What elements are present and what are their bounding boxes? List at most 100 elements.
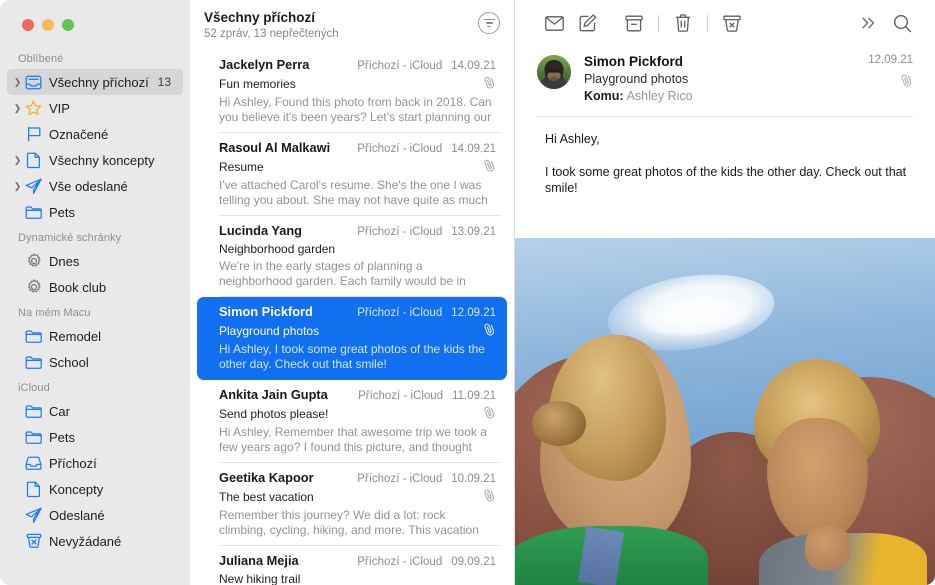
paper-plane-icon <box>24 507 43 524</box>
sidebar-item-pets[interactable]: ❯Pets <box>7 199 183 225</box>
table-row[interactable]: Lucinda Yang Příchozí - iCloud 13.09.21 Nei… <box>197 216 507 297</box>
table-row[interactable]: Jackelyn Perra Příchozí - iCloud 14.09.21 F… <box>197 50 507 133</box>
sidebar-item-label: Všechny příchozí <box>49 74 149 90</box>
table-row[interactable]: Geetika Kapoor Příchozí - iCloud 10.09.21 T… <box>197 463 507 546</box>
sidebar-item-label: Dnes <box>49 253 80 269</box>
message-subject: Send photos please! <box>219 407 329 421</box>
junk-button[interactable] <box>715 8 749 38</box>
chevron-right-icon[interactable]: ❯ <box>11 103 24 113</box>
minimize-button[interactable] <box>42 19 54 31</box>
message-subject: Playground photos <box>584 72 689 86</box>
toolbar-divider-2 <box>707 14 708 32</box>
message-subject: Neighborhood garden <box>219 242 336 256</box>
message-date: 09.09.21 <box>451 556 496 568</box>
sidebar-section-title: iCloud <box>18 382 50 394</box>
message-date: 14.09.21 <box>451 60 496 72</box>
sidebar: Oblíbené❯Všechny příchozí13❯VIP❯Označené… <box>0 0 190 585</box>
sidebar-item-label: Pets <box>49 204 76 220</box>
sidebar-item-p-choz[interactable]: ❯Příchozí <box>7 450 183 476</box>
folder-icon <box>24 204 43 220</box>
table-row[interactable]: Juliana Mejia Příchozí - iCloud 09.09.21 Ne… <box>197 546 507 585</box>
recipient-line: Komu: Ashley Rico <box>584 88 917 105</box>
paperclip-icon <box>481 156 498 177</box>
sidebar-item-dnes[interactable]: ❯Dnes <box>7 248 183 274</box>
message-sender: Jackelyn Perra <box>219 57 310 72</box>
message-list-pane: Všechny příchozí 52 zpráv, 13 nepřečtený… <box>190 0 515 585</box>
body-paragraph: Hi Ashley, <box>545 132 600 146</box>
sidebar-item-count: 13 <box>157 75 171 89</box>
sidebar-item-koncepty[interactable]: ❯Koncepty <box>7 476 183 502</box>
message-preview: Hi Ashley, Found this photo from back in… <box>219 95 492 124</box>
message-mailbox: Příchozí - iCloud <box>357 143 443 155</box>
message-mailbox: Příchozí - iCloud <box>357 307 443 319</box>
message-subject: The best vacation <box>219 490 314 504</box>
delete-button[interactable] <box>666 8 700 38</box>
message-list-title: Všechny příchozí <box>204 10 316 25</box>
chevron-right-icon[interactable]: ❯ <box>11 155 24 165</box>
message-date: 12.09.21 <box>451 307 496 319</box>
zoom-button[interactable] <box>62 19 74 31</box>
message-date: 10.09.21 <box>451 473 496 485</box>
message-rows[interactable]: Jackelyn Perra Příchozí - iCloud 14.09.21 F… <box>190 50 514 585</box>
sidebar-item-remodel[interactable]: ❯Remodel <box>7 323 183 349</box>
reader-toolbar <box>515 0 935 46</box>
sidebar-item-label: Vše odeslané <box>49 178 128 194</box>
message-mailbox: Příchozí - iCloud <box>357 556 443 568</box>
sidebar-item-odeslan[interactable]: ❯Odeslané <box>7 502 183 528</box>
message-preview: I've attached Carol's resume. She's the … <box>219 178 488 207</box>
message-date: 12.09.21 <box>868 54 913 66</box>
table-row[interactable]: Simon Pickford Příchozí - iCloud 12.09.21 P… <box>197 297 507 380</box>
message-preview: Hi Ashley, I took some great photos of t… <box>219 342 485 371</box>
chevron-right-icon[interactable]: ❯ <box>11 181 24 191</box>
sidebar-item-school[interactable]: ❯School <box>7 349 183 375</box>
sidebar-item-book-club[interactable]: ❯Book club <box>7 274 183 300</box>
message-row-top: Geetika Kapoor Příchozí - iCloud 10.09.21 <box>219 470 496 487</box>
star-icon <box>24 100 43 116</box>
toolbar-divider <box>658 14 659 32</box>
chevron-right-icon[interactable]: ❯ <box>11 77 24 87</box>
paperclip-icon <box>481 320 498 341</box>
message-sender: Rasoul Al Malkawi <box>219 140 331 155</box>
sidebar-item-v-echny-koncepty[interactable]: ❯ Všechny koncepty <box>7 147 183 173</box>
sidebar-item-label: School <box>49 354 89 370</box>
message-row-subject-line: Resume <box>219 158 496 176</box>
paperclip-icon <box>481 73 498 94</box>
attached-image[interactable] <box>515 238 935 585</box>
sidebar-item-ozna-en[interactable]: ❯Označené <box>7 121 183 147</box>
message-subject: Resume <box>219 160 264 174</box>
close-button[interactable] <box>22 19 34 31</box>
sidebar-item-label: Nevyžádané <box>49 533 122 549</box>
sidebar-item-label: Označené <box>49 126 109 142</box>
message-row-top: Ankita Jain Gupta Příchozí - iCloud 11.09.… <box>219 387 496 404</box>
sidebar-item-label: Odeslané <box>49 507 105 523</box>
table-row[interactable]: Rasoul Al Malkawi Příchozí - iCloud 14.09.… <box>197 133 507 216</box>
more-button[interactable] <box>851 8 885 38</box>
message-row-top: Simon Pickford Příchozí - iCloud 12.09.21 <box>219 304 496 321</box>
search-icon[interactable] <box>885 8 919 38</box>
sidebar-list[interactable]: Oblíbené❯Všechny příchozí13❯VIP❯Označené… <box>0 46 190 585</box>
compose-button[interactable] <box>571 8 605 38</box>
recipient-label: Komu: <box>584 89 624 103</box>
sidebar-item-car[interactable]: ❯Car <box>7 398 183 424</box>
sidebar-item-v-echny-p-choz[interactable]: ❯ Všechny příchozí 13 <box>7 69 183 95</box>
filter-icon[interactable] <box>478 12 500 34</box>
playground-photo <box>515 238 935 585</box>
sidebar-item-label: VIP <box>49 100 70 116</box>
sidebar-item-v-e-odeslan[interactable]: ❯ Vše odeslané <box>7 173 183 199</box>
message-preview: Hi Ashley, Remember that awesome trip we… <box>219 425 487 454</box>
sidebar-item-pets[interactable]: ❯Pets <box>7 424 183 450</box>
sidebar-item-nevy-dan[interactable]: ❯Nevyžádané <box>7 528 183 554</box>
sidebar-section-title: Oblíbené <box>18 53 64 65</box>
filter-lines-glyph <box>483 18 495 28</box>
document-icon <box>24 481 43 498</box>
message-body: Hi Ashley, I took some great photos of th… <box>515 117 935 196</box>
mark-unread-button[interactable] <box>537 8 571 38</box>
archive-button[interactable] <box>617 8 651 38</box>
table-row[interactable]: Ankita Jain Gupta Příchozí - iCloud 11.09.… <box>197 380 507 463</box>
paperclip-icon <box>481 486 498 507</box>
sidebar-item-vip[interactable]: ❯ VIP <box>7 95 183 121</box>
message-row-top: Rasoul Al Malkawi Příchozí - iCloud 14.09.… <box>219 140 496 157</box>
message-list-header: Všechny příchozí 52 zpráv, 13 nepřečtený… <box>190 0 514 44</box>
message-row-subject-line: Fun memories <box>219 75 496 93</box>
recipient-value[interactable]: Ashley Rico <box>627 89 693 103</box>
